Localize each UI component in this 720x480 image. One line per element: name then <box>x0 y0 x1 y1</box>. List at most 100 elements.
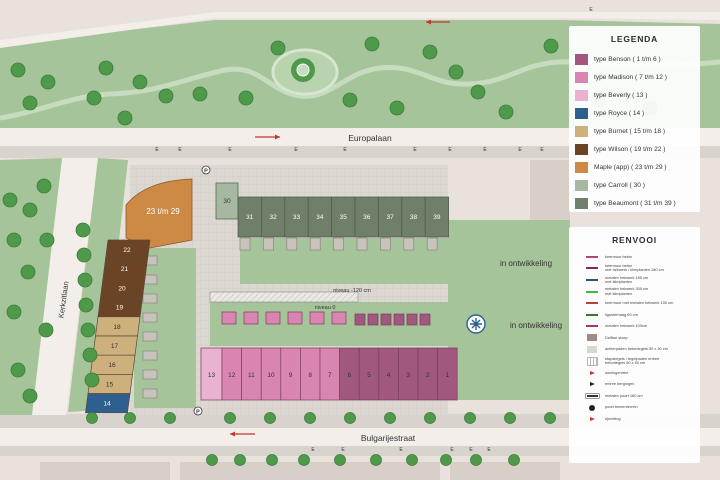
site-plan: 23 t/m 29 30 31 32 33 34 35 36 37 38 39 22 21 20 19 1… <box>0 0 720 480</box>
renvooi-symbol-icon <box>585 415 599 423</box>
tree-icon <box>40 74 56 90</box>
lot-6-label: 6 <box>348 372 352 379</box>
renvooi-item: keermuur beton <box>569 251 700 263</box>
renvooi-symbol-icon <box>585 404 599 412</box>
fountain-icon <box>466 314 486 334</box>
park-monument-icon <box>291 58 315 82</box>
lot-32-label: 32 <box>269 214 277 221</box>
lot-maple-label: 23 t/m 29 <box>146 207 180 216</box>
renvooi-label: metalen hekwerk 300 cm met klimplanten <box>605 286 649 296</box>
lot-12-label: 12 <box>228 372 236 379</box>
legend-label: type Benson ( 1 t/m 6 ) <box>594 55 661 63</box>
street-label-europalaan: Europalaan <box>348 133 392 143</box>
street-label-bulgarijestraat: Bulgarijestraat <box>361 433 416 443</box>
renvooi-symbol-icon <box>585 356 599 366</box>
lot-17-label: 17 <box>111 343 119 350</box>
lot-33-label: 33 <box>293 214 301 221</box>
tree-icon <box>389 100 405 116</box>
tree-icon <box>344 412 356 424</box>
renvooi-item: ligusterhaag 60 cm <box>569 309 700 321</box>
tree-icon <box>342 92 358 108</box>
parking-marker-south: P <box>193 406 203 416</box>
lot-9-label: 9 <box>289 372 293 379</box>
tree-icon <box>498 104 514 120</box>
renvooi-label: Delftse stoep <box>605 334 628 340</box>
tree-icon <box>2 192 18 208</box>
lot-16-label: 16 <box>108 362 116 369</box>
lot-35-label: 35 <box>340 214 348 221</box>
legend-item: type Wilson ( 19 t/m 22 ) <box>569 140 700 158</box>
tree-icon <box>84 372 100 388</box>
tree-icon <box>82 347 98 363</box>
tree-icon <box>298 454 310 466</box>
legend-item: type Burnet ( 15 t/m 18 ) <box>569 122 700 140</box>
lot-4-label: 4 <box>387 372 391 379</box>
tree-icon <box>38 322 54 338</box>
tree-icon <box>86 90 102 106</box>
legend-panel: LEGENDA type Benson ( 1 t/m 6 ) type Madi… <box>569 26 700 212</box>
legend-item: type Carroll ( 30 ) <box>569 176 700 194</box>
renvooi-item: stapstegels / tegelpaden entree betonteg… <box>569 355 700 367</box>
tree-icon <box>22 202 38 218</box>
lot-1-label: 1 <box>446 372 450 379</box>
tree-icon <box>406 454 418 466</box>
renvooi-symbol-icon <box>585 276 599 284</box>
renvooi-list: keermuur beton keermuur beton met hekwerk… <box>569 251 700 425</box>
legend-swatch <box>575 89 588 101</box>
tree-icon <box>544 412 556 424</box>
lot-34-label: 34 <box>316 214 324 221</box>
legend-label: type Royce ( 14 ) <box>594 109 645 117</box>
tree-icon <box>364 36 380 52</box>
lot-10-label: 10 <box>267 372 275 379</box>
tree-icon <box>10 62 26 78</box>
renvooi-item: metalen hekwerk 180 cm met klimplanten <box>569 274 700 286</box>
tree-icon <box>238 90 254 106</box>
legend-item: type Beaumont ( 31 t/m 39 ) <box>569 194 700 212</box>
lot-37-label: 37 <box>386 214 394 221</box>
tree-icon <box>22 95 38 111</box>
renvooi-item: rijrichting <box>569 413 700 425</box>
renvooi-symbol-icon <box>585 346 599 354</box>
renvooi-item: metalen hekwerk 300 cm met klimplanten <box>569 286 700 298</box>
tree-icon <box>470 84 486 100</box>
legend-label: type Burnet ( 15 t/m 18 ) <box>594 127 666 135</box>
renvooi-label: metalen hekwerk 100cm <box>605 323 648 329</box>
renvooi-label: poort binnenterrein <box>605 404 638 410</box>
renvooi-symbol-icon <box>585 392 599 400</box>
legend-swatch <box>575 71 588 83</box>
tree-icon <box>10 362 26 378</box>
lot-8-label: 8 <box>308 372 312 379</box>
legend-swatch <box>575 161 588 173</box>
tree-icon <box>448 64 464 80</box>
legend-item: Maple (app) ( 23 t/m 29 ) <box>569 158 700 176</box>
renvooi-symbol-icon <box>585 369 599 377</box>
lot-38-label: 38 <box>410 214 418 221</box>
lot-5-label: 5 <box>367 372 371 379</box>
legend-label: type Beverly ( 13 ) <box>594 91 648 99</box>
development-label-south: in ontwikkeling <box>510 321 562 330</box>
tree-icon <box>304 412 316 424</box>
area-east-plots <box>530 160 570 220</box>
legend-swatch <box>575 179 588 191</box>
tree-icon <box>470 454 482 466</box>
svg-text:P: P <box>196 409 200 415</box>
renvooi-label: entree bergingen <box>605 381 635 387</box>
lot-31-label: 31 <box>246 214 254 221</box>
tree-icon <box>266 454 278 466</box>
lot-39-label: 39 <box>433 214 441 221</box>
parking-marker-north: P <box>201 165 211 175</box>
lot-36-label: 36 <box>363 214 371 221</box>
renvooi-label: rijrichting <box>605 415 621 421</box>
renvooi-item: keermuur met metalen hekwerk 100 cm <box>569 297 700 309</box>
level-label-zero: niveau 0 <box>315 305 336 311</box>
tree-icon <box>78 297 94 313</box>
lot-7-label: 7 <box>328 372 332 379</box>
tree-icon <box>422 44 438 60</box>
renvooi-panel: RENVOOI keermuur beton keermuur beton met… <box>569 227 700 463</box>
renvooi-item: Delftse stoep <box>569 332 700 344</box>
legend-label: Maple (app) ( 23 t/m 29 ) <box>594 163 667 171</box>
legend-swatch <box>575 197 588 209</box>
tree-icon <box>6 304 22 320</box>
tree-icon <box>234 454 246 466</box>
renvooi-item: woningentree <box>569 367 700 379</box>
